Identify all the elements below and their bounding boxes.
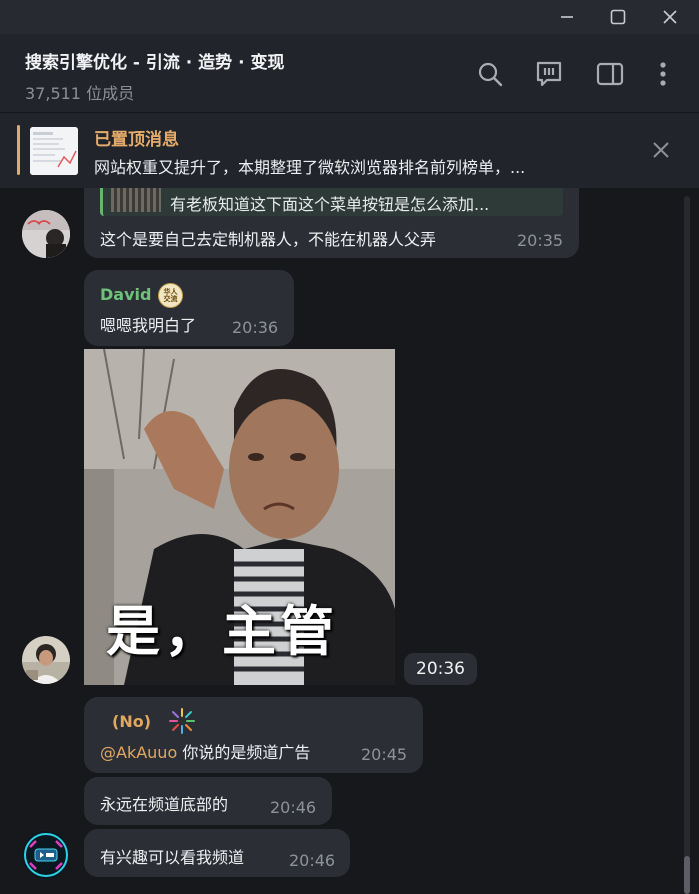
search-icon bbox=[478, 62, 503, 87]
search-button[interactable] bbox=[474, 58, 506, 90]
message-text: @AkAuuo 你说的是频道广告 bbox=[100, 739, 310, 763]
pinned-close-button[interactable] bbox=[645, 134, 677, 166]
message-time: 20:36 bbox=[232, 318, 279, 337]
message-body: 你说的是频道广告 bbox=[177, 743, 311, 762]
sidebar-toggle-button[interactable] bbox=[594, 58, 626, 90]
member-count: 37,511 位成员 bbox=[25, 84, 135, 103]
pinned-message-bar[interactable]: 已置顶消息 网站权重又提升了，本期整理了微软浏览器排名前列榜单，... bbox=[0, 112, 699, 188]
reply-thumbnail bbox=[111, 188, 161, 212]
message-text: 有兴趣可以看我频道 bbox=[100, 848, 245, 867]
sender-badge-icon: 华人 交流 bbox=[158, 283, 183, 308]
pinned-text: 网站权重又提升了，本期整理了微软浏览器排名前列榜单，... bbox=[94, 158, 526, 177]
avatar[interactable] bbox=[22, 636, 70, 684]
avatar[interactable] bbox=[22, 210, 70, 258]
message-time: 20:46 bbox=[289, 851, 336, 870]
maximize-button[interactable] bbox=[605, 4, 631, 30]
sender-name[interactable]: David bbox=[100, 285, 151, 304]
chat-title: 搜索引擎优化 - 引流 · 造势 · 变现 bbox=[25, 53, 285, 73]
sidebar-toggle-icon bbox=[596, 62, 624, 86]
photo-caption: 是，主管 bbox=[106, 600, 338, 663]
sender-badge-text: 华人 交流 bbox=[163, 287, 178, 303]
reply-preview[interactable]: 有老板知道这下面这个菜单按钮是怎么添加... bbox=[100, 188, 563, 216]
minimize-button[interactable] bbox=[554, 4, 580, 30]
scrollbar[interactable] bbox=[684, 196, 690, 894]
avatar[interactable] bbox=[22, 831, 70, 879]
message-time: 20:46 bbox=[270, 798, 317, 817]
pinned-thumbnail bbox=[30, 127, 78, 175]
minimize-icon bbox=[561, 16, 573, 18]
pinned-title: 已置顶消息 bbox=[94, 130, 179, 150]
close-window-button[interactable] bbox=[657, 4, 683, 30]
close-icon bbox=[663, 10, 677, 24]
message-text: 这个是要自己去定制机器人，不能在机器人父弄 bbox=[100, 230, 437, 249]
pinned-accent-bar bbox=[17, 125, 20, 175]
sparkle-icon bbox=[167, 706, 197, 736]
message-list[interactable]: 有老板知道这下面这个菜单按钮是怎么添加... 这个是要自己去定制机器人，不能在机… bbox=[0, 188, 699, 894]
message-time: 20:45 bbox=[361, 745, 408, 764]
discussion-icon bbox=[536, 61, 562, 87]
message-text: 嗯嗯我明白了 bbox=[100, 316, 197, 335]
sender-name[interactable]: (No) bbox=[112, 712, 151, 731]
reply-text: 有老板知道这下面这个菜单按钮是怎么添加... bbox=[170, 195, 490, 214]
window-titlebar bbox=[0, 0, 699, 34]
scrollbar-thumb[interactable] bbox=[684, 856, 690, 894]
user-mention[interactable]: @AkAuuo bbox=[100, 743, 177, 762]
close-icon bbox=[653, 142, 669, 158]
more-button[interactable] bbox=[647, 58, 679, 90]
message-time: 20:36 bbox=[404, 653, 477, 685]
discussion-button[interactable] bbox=[533, 58, 565, 90]
maximize-icon bbox=[610, 9, 626, 25]
more-vertical-icon bbox=[660, 62, 666, 86]
chat-header[interactable]: 搜索引擎优化 - 引流 · 造势 · 变现 37,511 位成员 bbox=[0, 34, 699, 112]
photo-message[interactable]: 是，主管 bbox=[84, 349, 395, 685]
message-text: 永远在频道底部的 bbox=[100, 795, 229, 814]
message-time: 20:35 bbox=[517, 231, 564, 250]
